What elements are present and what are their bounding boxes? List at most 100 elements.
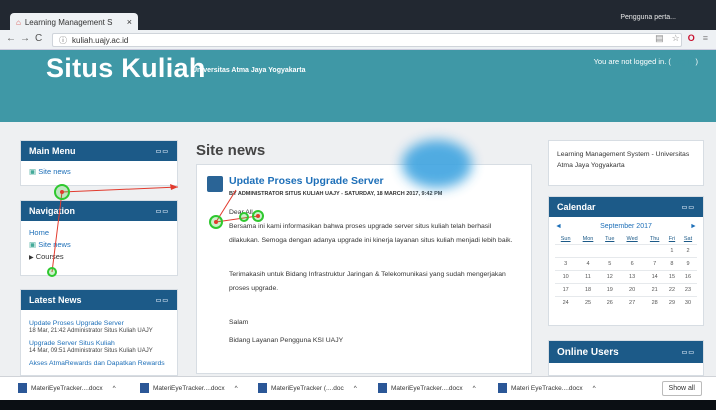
post-closing: Salam	[229, 319, 249, 326]
calendar-day-cell[interactable]: 7	[644, 257, 665, 271]
online-users-header: Online Users ▭▭	[549, 341, 703, 363]
calendar-week-row: 3456789	[555, 257, 697, 271]
login-link[interactable]: Log in	[673, 57, 693, 66]
post-paragraph-1b: dilakukan. Semoga dengan adanya upgrade …	[229, 237, 513, 244]
reload-icon[interactable]: C	[35, 33, 42, 44]
page-title: Site news	[196, 142, 266, 159]
chevron-up-icon[interactable]: ^	[354, 385, 357, 392]
calendar-day-cell[interactable]: 16	[678, 270, 697, 284]
star-icon[interactable]: ☆	[672, 33, 680, 44]
calendar-day-header: Fri	[668, 236, 676, 242]
calendar-day-cell[interactable]: 1	[664, 244, 679, 258]
lms-info-line-1: Learning Management System - Universitas	[557, 151, 690, 158]
calendar-day-cell[interactable]: 4	[576, 257, 600, 271]
calendar-day-cell[interactable]: 19	[599, 283, 620, 297]
calendar-day-cell[interactable]: 26	[599, 296, 620, 309]
download-item[interactable]: MateriEyeTracker....docx ^	[378, 383, 476, 393]
downloads-bar: MateriEyeTracker....docx ^ MateriEyeTrack…	[0, 376, 716, 400]
forum-post: Update Proses Upgrade Server BY ADMINIST…	[196, 164, 532, 374]
main-menu-site-news-link[interactable]: Site news	[38, 167, 71, 176]
avatar[interactable]	[207, 176, 223, 192]
forward-icon[interactable]: →	[20, 33, 30, 44]
block-controls-icon[interactable]: ▭▭	[682, 204, 695, 211]
calendar-day-cell[interactable]: 21	[644, 283, 665, 297]
block-controls-icon[interactable]: ▭▭	[156, 208, 169, 215]
site-title[interactable]: Situs Kuliah	[46, 53, 206, 84]
calendar-day-cell[interactable]	[619, 244, 645, 258]
chevron-up-icon[interactable]: ^	[593, 385, 596, 392]
calendar-day-cell[interactable]: 22	[664, 283, 679, 297]
calendar-day-cell[interactable]	[644, 244, 665, 258]
calendar-day-cell[interactable]: 13	[619, 270, 645, 284]
nav-courses-link[interactable]: Courses	[36, 252, 64, 261]
opera-icon[interactable]: O	[688, 33, 695, 44]
download-item[interactable]: Materi EyeTracke....docx ^	[498, 383, 596, 393]
gaze-heatmap-blob	[402, 140, 472, 188]
main-menu-block: Main Menu ▭▭ ▣ Site news	[20, 140, 178, 186]
calendar-day-cell[interactable]: 15	[664, 270, 679, 284]
download-filename: MateriEyeTracker....docx	[391, 384, 463, 392]
calendar-day-cell[interactable]: 9	[678, 257, 697, 271]
browser-tab[interactable]: ⌂ Learning Management S ×	[10, 13, 138, 31]
prev-month-icon[interactable]: ◄	[555, 223, 562, 230]
calendar-day-cell[interactable]: 3	[555, 257, 577, 271]
download-item[interactable]: MateriEyeTracker....docx ^	[140, 383, 238, 393]
calendar-day-cell[interactable]: 29	[664, 296, 679, 309]
calendar-day-cell[interactable]: 27	[619, 296, 645, 309]
calendar-day-cell[interactable]: 24	[555, 296, 577, 309]
post-paragraph-2a: Terimakasih untuk Bidang Infrastruktur J…	[229, 271, 506, 278]
site-banner: Situs Kuliah Universitas Atma Jaya Yogya…	[0, 50, 716, 122]
chevron-up-icon[interactable]: ^	[113, 385, 116, 392]
calendar-day-cell[interactable]: 18	[576, 283, 600, 297]
calendar-title: Calendar	[557, 202, 596, 212]
translate-icon[interactable]: ▤	[655, 33, 664, 44]
block-controls-icon[interactable]: ▭▭	[682, 349, 695, 356]
calendar-day-cell[interactable]: 17	[555, 283, 577, 297]
calendar-month-link[interactable]: September 2017	[600, 223, 652, 230]
calendar-day-cell[interactable]: 10	[555, 270, 577, 284]
show-all-button[interactable]: Show all	[661, 381, 702, 396]
calendar-day-header: Wed	[626, 236, 638, 242]
calendar-day-cell[interactable]	[576, 244, 600, 258]
toolbar-icons: ▤ ☆ O ≡	[655, 33, 708, 44]
post-title-link[interactable]: Update Proses Upgrade Server	[229, 175, 384, 187]
chevron-up-icon[interactable]: ^	[473, 385, 476, 392]
block-controls-icon[interactable]: ▭▭	[156, 297, 169, 304]
url-field[interactable]: ⓘ kuliah.uajy.ac.id	[52, 33, 682, 47]
calendar-day-cell[interactable]: 2	[678, 244, 697, 258]
calendar-day-cell[interactable]	[599, 244, 620, 258]
calendar-day-cell[interactable]	[555, 244, 577, 258]
calendar-day-cell[interactable]: 30	[678, 296, 697, 309]
info-icon: ⓘ	[59, 35, 67, 45]
back-icon[interactable]: ←	[6, 33, 16, 44]
calendar-day-cell[interactable]: 28	[644, 296, 665, 309]
chevron-up-icon[interactable]: ^	[235, 385, 238, 392]
download-item[interactable]: MateriEyeTracker (....doc ^	[258, 383, 357, 393]
news-title-link[interactable]: Upgrade Server Situs Kuliah	[29, 340, 169, 347]
next-month-icon[interactable]: ►	[690, 223, 697, 230]
calendar-day-cell[interactable]: 23	[678, 283, 697, 297]
tab-close-icon[interactable]: ×	[127, 17, 132, 27]
profile-name[interactable]: Pengguna perta...	[620, 14, 676, 21]
news-title-link[interactable]: Akses AtmaRewards dan Dapatkan Rewards	[29, 360, 169, 367]
docx-file-icon	[140, 383, 149, 393]
calendar-day-cell[interactable]: 6	[619, 257, 645, 271]
block-controls-icon[interactable]: ▭▭	[156, 148, 169, 155]
nav-home-link[interactable]: Home	[29, 227, 169, 239]
calendar-week-row: 17 18 19 20 21 22 23	[555, 283, 697, 297]
nav-site-news-link[interactable]: Site news	[38, 240, 71, 249]
calendar-day-cell[interactable]: 25	[576, 296, 600, 309]
calendar-day-cell[interactable]: 5	[599, 257, 620, 271]
download-item[interactable]: MateriEyeTracker....docx ^	[18, 383, 116, 393]
url-text: kuliah.uajy.ac.id	[72, 35, 129, 45]
calendar-day-cell[interactable]: 8	[664, 257, 679, 271]
expand-arrow-icon[interactable]: ▶	[29, 255, 34, 261]
menu-icon[interactable]: ≡	[703, 33, 708, 44]
news-title-link[interactable]: Update Proses Upgrade Server	[29, 320, 169, 327]
tab-title: Learning Management S	[24, 17, 113, 27]
address-bar-row: ← → C ⓘ kuliah.uajy.ac.id ▤ ☆ O ≡	[0, 30, 716, 50]
calendar-day-cell[interactable]: 11	[576, 270, 600, 284]
calendar-day-cell[interactable]: 12	[599, 270, 620, 284]
calendar-day-cell[interactable]: 14	[644, 270, 665, 284]
calendar-day-cell[interactable]: 20	[619, 283, 645, 297]
